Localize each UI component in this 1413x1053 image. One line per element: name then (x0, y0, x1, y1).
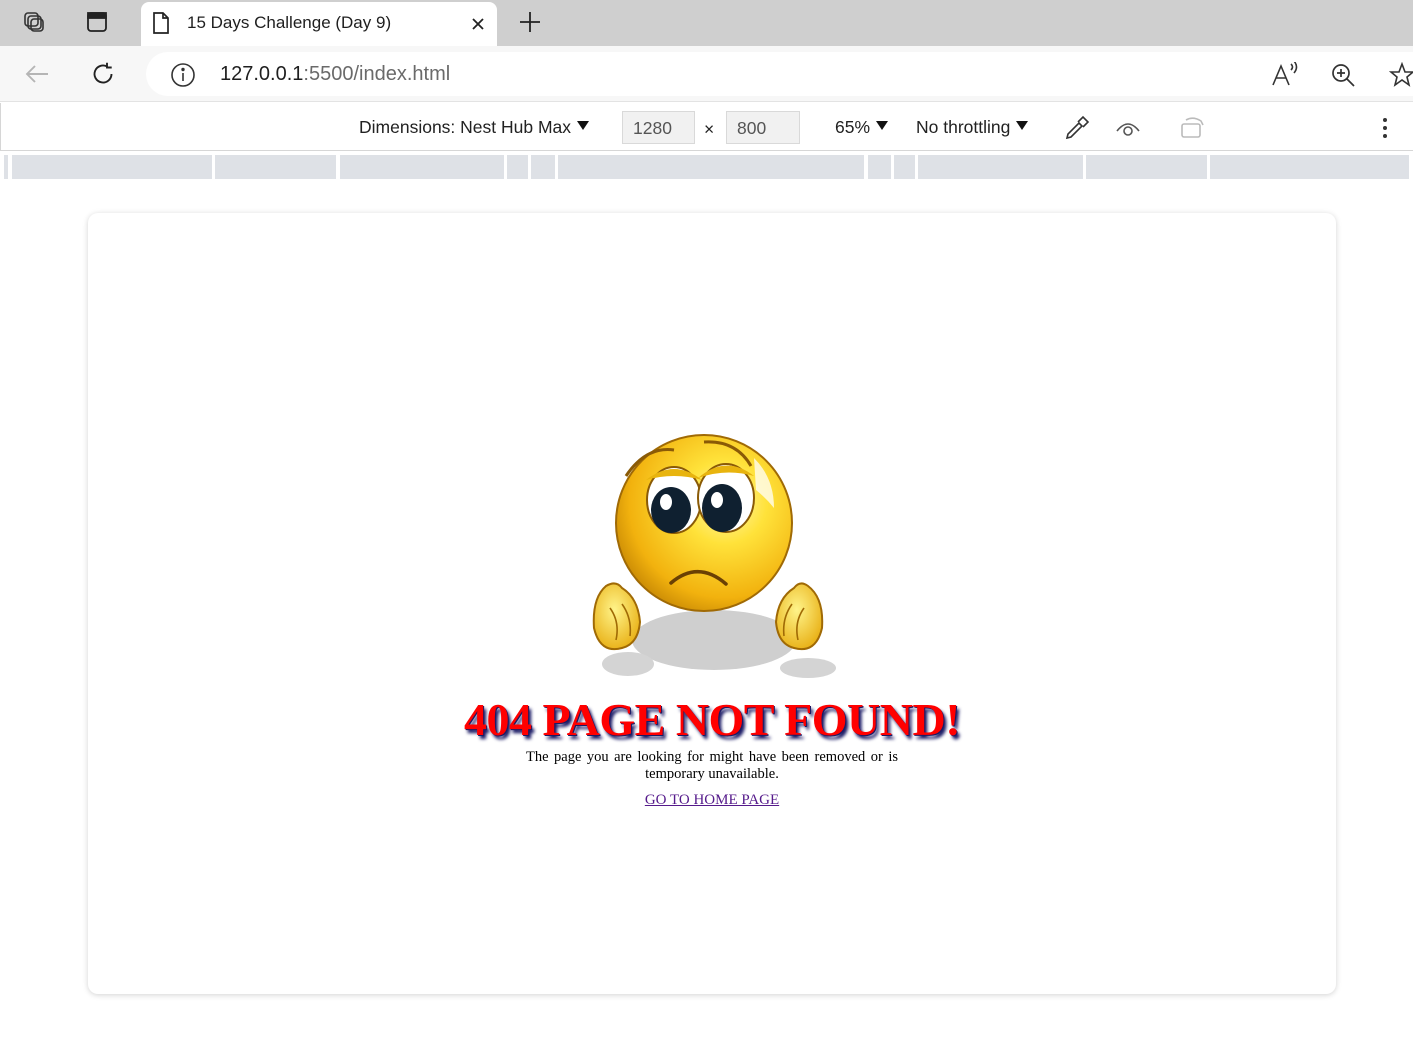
media-query-segment[interactable] (868, 155, 891, 179)
url-text: 127.0.0.1:5500/index.html (220, 63, 451, 85)
error-message: The page you are looking for might have … (526, 749, 898, 782)
throttling-dropdown[interactable]: No throttling (916, 117, 1029, 138)
media-query-segment[interactable] (4, 155, 8, 179)
media-query-segment[interactable] (531, 155, 555, 179)
address-bar[interactable]: 127.0.0.1:5500/index.html (146, 52, 1413, 96)
device-viewport: 404 PAGE NOT FOUND! The page you are loo… (0, 180, 1413, 1053)
close-icon[interactable] (467, 13, 489, 35)
vision-icon[interactable] (1113, 113, 1143, 143)
back-icon[interactable] (19, 56, 55, 92)
media-query-segment[interactable] (12, 155, 212, 179)
navigation-bar: 127.0.0.1:5500/index.html (0, 46, 1413, 102)
media-query-segment[interactable] (918, 155, 1083, 179)
tab-title: 15 Days Challenge (Day 9) (187, 13, 392, 32)
media-query-segment[interactable] (894, 155, 915, 179)
home-page-link[interactable]: GO TO HOME PAGE (645, 792, 779, 808)
home-link-wrapper: GO TO HOME PAGE (88, 792, 1336, 809)
dimensions-dropdown[interactable]: Dimensions: Nest Hub Max (359, 117, 590, 138)
media-query-segment[interactable] (1210, 155, 1409, 179)
media-query-segment[interactable] (558, 155, 864, 179)
width-input[interactable]: 1280 (622, 111, 695, 144)
plus-icon[interactable] (513, 7, 547, 37)
vertical-tabs-icon[interactable] (79, 7, 115, 37)
height-input[interactable]: 800 (726, 111, 800, 144)
info-icon[interactable] (170, 62, 196, 93)
device-toolbar: Dimensions: Nest Hub Max 1280 × 800 65% … (0, 103, 1413, 151)
media-query-segment[interactable] (507, 155, 528, 179)
sad-emoji-image (592, 434, 836, 678)
times-sign: × (704, 119, 715, 139)
zoom-dropdown[interactable]: 65% (835, 117, 889, 138)
page-icon (151, 11, 171, 40)
eyedropper-icon[interactable] (1062, 113, 1092, 143)
media-query-segment[interactable] (1086, 155, 1207, 179)
more-icon[interactable] (1370, 113, 1400, 143)
rotate-icon[interactable] (1178, 113, 1208, 143)
read-aloud-icon[interactable] (1270, 60, 1300, 90)
media-query-bar (0, 152, 1413, 180)
error-heading: 404 PAGE NOT FOUND! (463, 694, 961, 745)
tab-active[interactable]: 15 Days Challenge (Day 9) (141, 2, 497, 46)
media-query-segment[interactable] (215, 155, 336, 179)
media-query-segment[interactable] (340, 155, 504, 179)
workspaces-icon[interactable] (16, 7, 52, 37)
zoom-icon[interactable] (1328, 60, 1358, 90)
tab-strip: 15 Days Challenge (Day 9) (0, 0, 1413, 46)
refresh-icon[interactable] (85, 56, 121, 92)
page-card: 404 PAGE NOT FOUND! The page you are loo… (88, 213, 1336, 994)
star-icon[interactable] (1387, 60, 1413, 90)
